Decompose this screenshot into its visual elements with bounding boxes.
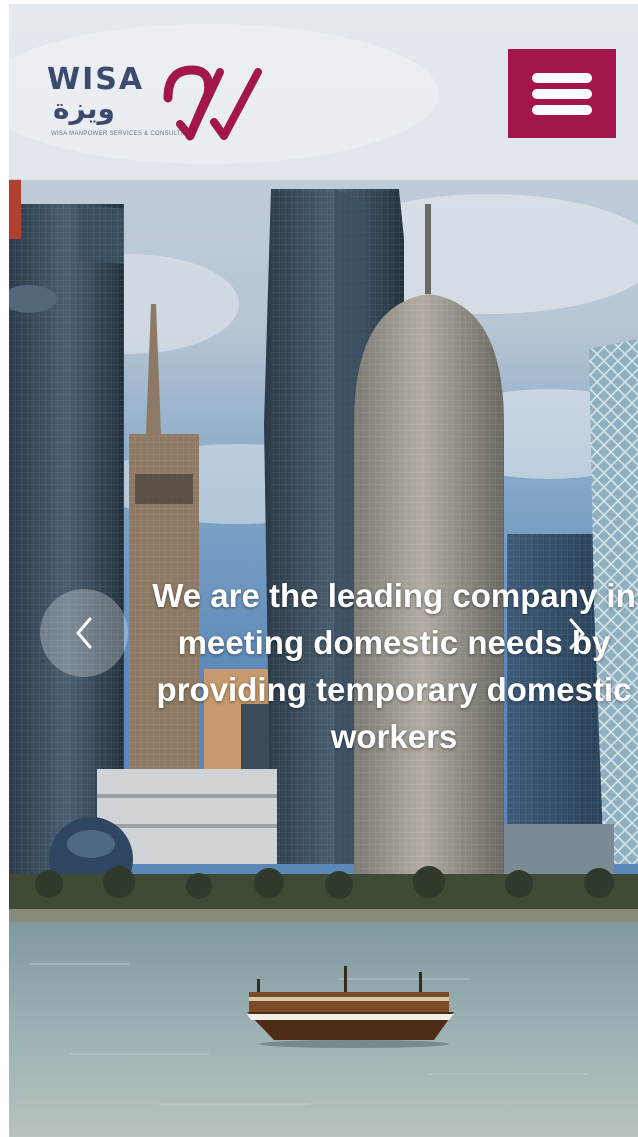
site-header: WISA ويزة WISA MANPOWER SERVICES & CONSU… <box>9 4 638 180</box>
hero-slide-caption: We are the leading company in meeting do… <box>152 577 636 755</box>
logo-arabic-wordmark: ويزة <box>53 92 115 125</box>
menu-button[interactable] <box>508 49 616 138</box>
logo-check-mark-icon <box>163 65 262 141</box>
page: WISA ويزة WISA MANPOWER SERVICES & CONSU… <box>9 4 638 1137</box>
wisa-logo[interactable]: WISA ويزة WISA MANPOWER SERVICES & CONSU… <box>47 62 269 148</box>
